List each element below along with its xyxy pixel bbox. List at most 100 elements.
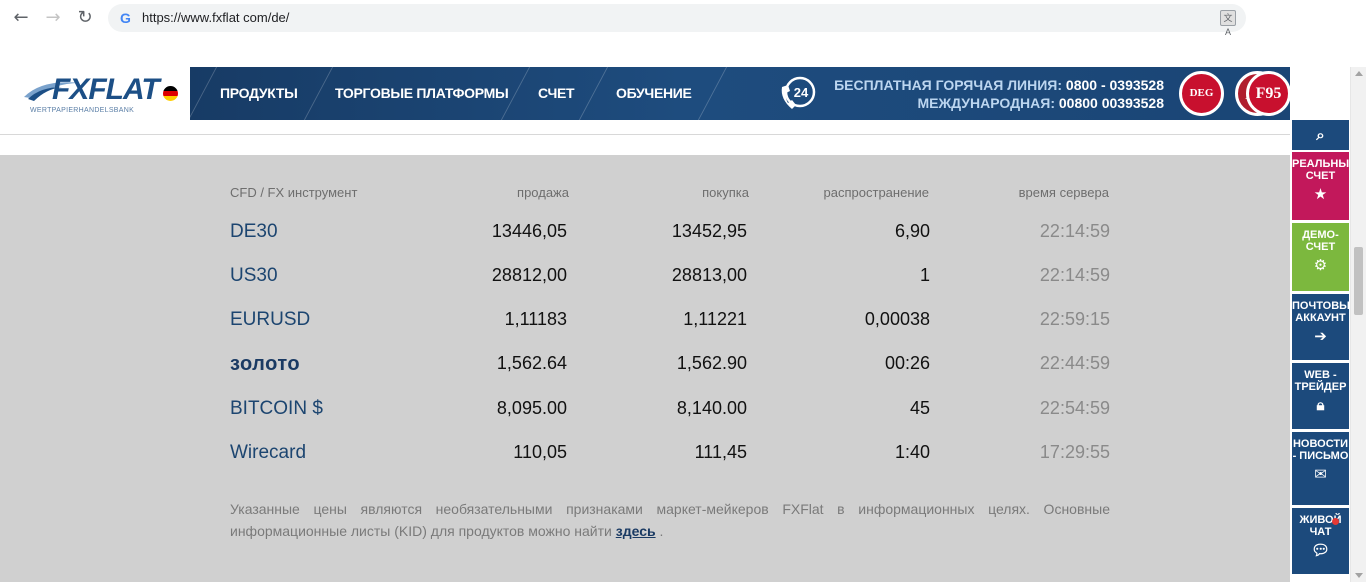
hotline-intl-number[interactable]: 00800 00393528 bbox=[1059, 95, 1164, 111]
spread-value: 0,00038 bbox=[864, 309, 930, 329]
instrument-name[interactable]: BITCOIN $ bbox=[230, 398, 323, 420]
column-header-sell: продажа bbox=[517, 185, 569, 200]
spread-value: 1 bbox=[919, 265, 930, 285]
envelope-icon: ✉ bbox=[1314, 465, 1327, 483]
demo-account-button[interactable]: ДЕМО-СЧЕТ ⚙ bbox=[1292, 223, 1349, 291]
instrument-name[interactable]: Wirecard bbox=[230, 442, 306, 464]
server-time: 22:14:59 bbox=[1039, 265, 1110, 285]
newsletter-button[interactable]: НОВОСТИ - ПИСЬМО ✉ bbox=[1292, 432, 1349, 505]
sell-price: 1,11183 bbox=[504, 309, 567, 329]
sell-price: 8,095.00 bbox=[496, 398, 567, 418]
sell-price: 13446,05 bbox=[491, 221, 567, 241]
nav-item-products[interactable]: ПРОДУКТЫ bbox=[220, 85, 298, 101]
sell-price: 110,05 bbox=[513, 442, 567, 462]
column-header-instrument: CFD / FX инструмент bbox=[230, 185, 358, 200]
scroll-down-arrow-icon[interactable] bbox=[1355, 573, 1363, 578]
address-bar[interactable]: G https://www.fxflat com/de/ 文A bbox=[108, 4, 1246, 37]
gears-icon: ⚙ bbox=[1313, 256, 1328, 274]
web-trader-label: WEB - ТРЕЙДЕР bbox=[1294, 369, 1347, 393]
sell-price: 28812,00 bbox=[491, 265, 567, 285]
scroll-thumb[interactable] bbox=[1354, 247, 1363, 315]
server-time: 22:44:59 bbox=[1039, 353, 1110, 373]
phone-24-icon: 24 bbox=[781, 76, 816, 109]
column-header-server-time: время сервера bbox=[1018, 185, 1109, 200]
hotline-free-label: БЕСПЛАТНАЯ ГОРЯЧАЯ ЛИНИЯ: bbox=[834, 77, 1063, 93]
logo-brand: FXFLAT bbox=[52, 73, 160, 106]
mail-account-button[interactable]: ПОЧТОВЫЙ АККАУНТ ➔ bbox=[1292, 294, 1349, 360]
buy-price: 28813,00 bbox=[671, 265, 747, 285]
buy-price: 1,562.90 bbox=[676, 353, 747, 373]
reload-icon[interactable]: ↻ bbox=[74, 7, 96, 29]
sponsor-f95-logo[interactable]: F95 bbox=[1246, 71, 1291, 116]
kid-link[interactable]: здесь bbox=[616, 523, 656, 539]
nav-item-platforms[interactable]: ТОРГОВЫЕ ПЛАТФОРМЫ bbox=[335, 85, 509, 101]
star-icon: ★ bbox=[1313, 185, 1328, 203]
column-header-spread: распространение bbox=[823, 185, 929, 200]
live-chat-button[interactable]: ЖИВОЙ ЧАТ 💬︎ bbox=[1292, 508, 1349, 574]
table-row[interactable]: DE30 13446,05 13452,95 6,90 22:14:59 bbox=[0, 221, 1290, 265]
instrument-name[interactable]: US30 bbox=[230, 265, 278, 287]
hotline-free-number[interactable]: 0800 - 0393528 bbox=[1066, 77, 1164, 93]
server-time: 22:59:15 bbox=[1039, 309, 1110, 329]
server-time: 22:54:59 bbox=[1039, 398, 1110, 418]
vertical-scrollbar[interactable] bbox=[1350, 67, 1366, 582]
live-chat-label: ЖИВОЙ ЧАТ bbox=[1299, 514, 1342, 538]
nav-item-education[interactable]: ОБУЧЕНИЕ bbox=[616, 85, 692, 101]
forward-arrow-icon[interactable]: → bbox=[42, 7, 64, 29]
header-divider bbox=[0, 134, 1290, 135]
instrument-name[interactable]: EURUSD bbox=[230, 309, 310, 331]
buy-price: 13452,95 bbox=[671, 221, 747, 241]
chat-notification-dot bbox=[1332, 518, 1339, 525]
nav-divider bbox=[303, 67, 334, 120]
search-button[interactable]: ⌕ bbox=[1292, 120, 1349, 150]
chat-icon: 💬︎ bbox=[1310, 541, 1331, 559]
web-trader-button[interactable]: WEB - ТРЕЙДЕР 🔒︎ bbox=[1292, 363, 1349, 429]
logo-subtitle: WERTPAPIERHANDELSBANK bbox=[30, 107, 135, 114]
quotes-section: CFD / FX инструмент продажа покупка расп… bbox=[0, 155, 1290, 582]
browser-toolbar: ← → ↻ G https://www.fxflat com/de/ 文A bbox=[0, 0, 1366, 37]
hotline-info: БЕСПЛАТНАЯ ГОРЯЧАЯ ЛИНИЯ: 0800 - 0393528… bbox=[834, 76, 1164, 112]
site-header: FXFLAT WERTPAPIERHANDELSBANK ПРОДУКТЫ ТО… bbox=[0, 67, 1291, 120]
table-row[interactable]: золото 1,562.64 1,562.90 00:26 22:44:59 bbox=[0, 353, 1290, 397]
buy-price: 1,11221 bbox=[683, 309, 747, 329]
nav-item-account[interactable]: СЧЕТ bbox=[538, 85, 575, 101]
scroll-up-arrow-icon[interactable] bbox=[1355, 71, 1363, 76]
table-row[interactable]: EURUSD 1,11183 1,11221 0,00038 22:59:15 bbox=[0, 309, 1290, 353]
translate-icon[interactable]: 文A bbox=[1220, 10, 1236, 37]
instrument-name[interactable]: DE30 bbox=[230, 221, 278, 243]
login-icon: ➔ bbox=[1314, 327, 1327, 345]
nav-divider bbox=[578, 67, 609, 120]
nav-divider bbox=[187, 67, 218, 120]
real-account-button[interactable]: РЕАЛЬНЫЙ СЧЕТ ★ bbox=[1292, 152, 1349, 220]
fxflat-logo[interactable]: FXFLAT WERTPAPIERHANDELSBANK bbox=[22, 73, 160, 115]
buy-price: 8,140.00 bbox=[676, 398, 747, 418]
main-nav: ПРОДУКТЫ ТОРГОВЫЕ ПЛАТФОРМЫ СЧЕТ ОБУЧЕНИ… bbox=[187, 67, 1290, 120]
spread-value: 1:40 bbox=[894, 442, 930, 462]
phone-badge-text: 24 bbox=[794, 85, 809, 100]
nav-divider bbox=[697, 67, 728, 120]
spread-value: 45 bbox=[909, 398, 930, 418]
spread-value: 6,90 bbox=[894, 221, 930, 241]
newsletter-label: НОВОСТИ - ПИСЬМО bbox=[1292, 438, 1349, 462]
disclaimer-text: Указанные цены являются необязательными … bbox=[230, 498, 1110, 542]
german-flag-icon[interactable] bbox=[163, 86, 178, 101]
sell-price: 1,562.64 bbox=[496, 353, 567, 373]
lock-icon: 🔒︎ bbox=[1316, 396, 1325, 414]
side-panel: ⌕ РЕАЛЬНЫЙ СЧЕТ ★ ДЕМО-СЧЕТ ⚙ ПОЧТОВЫЙ А… bbox=[1292, 120, 1349, 582]
url-text[interactable]: https://www.fxflat com/de/ bbox=[142, 10, 289, 26]
spread-value: 00:26 bbox=[884, 353, 930, 373]
sponsor-deg-logo[interactable]: DEG bbox=[1179, 71, 1224, 116]
search-icon: ⌕ bbox=[1316, 126, 1325, 144]
table-row[interactable]: US30 28812,00 28813,00 1 22:14:59 bbox=[0, 265, 1290, 309]
disclaimer-end: . bbox=[655, 523, 664, 539]
table-row[interactable]: BITCOIN $ 8,095.00 8,140.00 45 22:54:59 bbox=[0, 398, 1290, 442]
table-row[interactable]: Wirecard 110,05 111,45 1:40 17:29:55 bbox=[0, 442, 1290, 486]
mail-account-label: ПОЧТОВЫЙ АККАУНТ bbox=[1292, 300, 1349, 324]
column-header-buy: покупка bbox=[702, 185, 749, 200]
disclaimer-body: Указанные цены являются необязательными … bbox=[230, 501, 1110, 539]
instrument-name[interactable]: золото bbox=[230, 353, 300, 376]
server-time: 17:29:55 bbox=[1039, 442, 1110, 462]
server-time: 22:14:59 bbox=[1039, 221, 1110, 241]
back-arrow-icon[interactable]: ← bbox=[10, 7, 32, 29]
real-account-label: РЕАЛЬНЫЙ СЧЕТ bbox=[1292, 158, 1349, 182]
